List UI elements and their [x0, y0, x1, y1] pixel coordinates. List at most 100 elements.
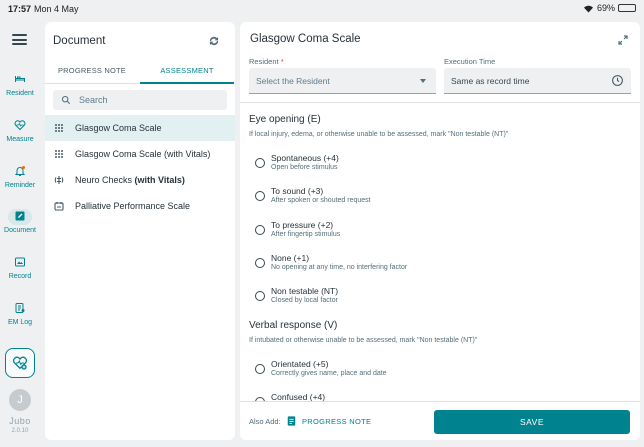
section-description: If local injury, edema, or otherwise una…	[249, 131, 509, 138]
radio-button[interactable]	[255, 225, 265, 235]
radio-option[interactable]: Spontaneous (+4) Open before stimulus	[249, 153, 609, 179]
scale-dots-icon	[55, 124, 63, 132]
form-footer: Also Add: PROGRESS NOTE SAVE	[240, 401, 640, 440]
section-heading: Verbal response (V)	[249, 320, 338, 331]
battery-percent: 69%	[596, 3, 615, 13]
heart-pulse-icon	[8, 118, 32, 134]
save-button[interactable]: SAVE	[434, 410, 630, 434]
radio-option[interactable]: None (+1) No opening at any time, no int…	[249, 253, 609, 279]
execution-time-field[interactable]: Same as record time	[444, 68, 631, 94]
rail-item-label: Record	[8, 273, 32, 280]
radio-option[interactable]: Confused (+4)	[249, 392, 609, 401]
resident-select-placeholder: Select the Resident	[256, 76, 330, 86]
search-box[interactable]	[53, 90, 227, 110]
bell-icon	[8, 164, 32, 180]
menu-icon[interactable]	[12, 34, 27, 45]
option-label: Spontaneous (+4)	[271, 153, 339, 163]
section-eye-opening: Eye opening (E) If local injury, edema, …	[249, 114, 629, 138]
status-right: 69%	[583, 3, 636, 13]
radio-option[interactable]: Orientated (+5) Correctly gives name, pl…	[249, 359, 609, 385]
assessment-form-panel: Glasgow Coma Scale Resident * Select the…	[240, 22, 640, 440]
tab-progress-note[interactable]: PROGRESS NOTE	[45, 62, 139, 84]
execution-time-value: Same as record time	[451, 76, 530, 86]
radio-option[interactable]: To sound (+3) After spoken or shouted re…	[249, 186, 609, 212]
rail-item-label: Resident	[6, 90, 34, 97]
rail-item-label: Reminder	[4, 182, 36, 189]
option-label: To pressure (+2)	[271, 220, 334, 230]
add-favorite-button[interactable]	[5, 348, 35, 378]
list-item-neuro-checks[interactable]: Neuro Checks (with Vitals)	[45, 167, 235, 193]
option-description: Open before stimulus	[271, 164, 338, 171]
status-bar: 17:57 Mon 4 May 69%	[0, 0, 644, 18]
avatar[interactable]: J	[9, 389, 31, 411]
list-item-glasgow-coma-scale-vitals[interactable]: Glasgow Coma Scale (with Vitals)	[45, 141, 235, 167]
nav-rail: Resident Measure Reminder Document Recor…	[0, 18, 40, 447]
required-mark: *	[280, 57, 284, 66]
rail-item-resident[interactable]: Resident	[0, 72, 40, 97]
option-description: Correctly gives name, place and date	[271, 370, 387, 377]
heart-plus-icon	[12, 356, 28, 370]
option-description: After fingertip stimulus	[271, 231, 341, 238]
expand-icon[interactable]	[618, 35, 628, 45]
status-time: 17:57	[8, 4, 32, 14]
document-tabs: PROGRESS NOTE ASSESSMENT	[45, 62, 235, 84]
section-description: If intubated or otherwise unable to be a…	[249, 337, 478, 344]
search-icon	[61, 95, 71, 105]
refresh-icon[interactable]	[207, 34, 221, 48]
battery-icon	[618, 4, 636, 12]
app-version: 2.0.10	[11, 428, 29, 434]
chevron-down-icon	[420, 79, 426, 83]
radio-button[interactable]	[255, 364, 265, 374]
option-description: After spoken or shouted request	[271, 197, 371, 204]
rail-item-record[interactable]: Record	[0, 255, 40, 280]
rail-item-measure[interactable]: Measure	[0, 118, 40, 143]
clock-icon[interactable]	[611, 74, 624, 87]
resident-label: Resident *	[249, 57, 284, 66]
document-panel: Document PROGRESS NOTE ASSESSMENT Glasgo…	[45, 22, 235, 440]
rail-item-label: Document	[4, 227, 36, 234]
progress-note-label: PROGRESS NOTE	[302, 416, 372, 426]
radio-button[interactable]	[255, 258, 265, 268]
list-item-label: Glasgow Coma Scale (with Vitals)	[75, 149, 211, 159]
calendar-icon	[54, 202, 64, 211]
edit-document-icon	[8, 209, 32, 225]
option-label: None (+1)	[271, 253, 310, 263]
app-logo: Jubo	[9, 416, 31, 426]
resident-select[interactable]: Select the Resident	[249, 68, 436, 94]
radio-option[interactable]: Non testable (NT) Closed by local factor	[249, 286, 609, 312]
panel-title: Document	[53, 35, 106, 47]
wifi-icon	[583, 5, 593, 13]
list-item-label: Palliative Performance Scale	[75, 201, 191, 211]
option-description: Closed by local factor	[271, 297, 338, 304]
search-input[interactable]	[79, 93, 219, 107]
list-item-glasgow-coma-scale[interactable]: Glasgow Coma Scale	[45, 115, 235, 141]
form-scroll-area[interactable]: Eye opening (E) If local injury, edema, …	[240, 103, 640, 401]
status-date: Mon 4 May	[34, 4, 79, 14]
add-progress-note-button[interactable]: PROGRESS NOTE	[287, 413, 371, 429]
list-item-palliative-performance-scale[interactable]: Palliative Performance Scale	[45, 193, 235, 219]
form-title: Glasgow Coma Scale	[250, 33, 361, 45]
option-label: To sound (+3)	[271, 186, 324, 196]
option-description: No opening at any time, no interfering f…	[271, 264, 408, 271]
assessment-list: Glasgow Coma Scale Glasgow Coma Scale (w…	[45, 115, 235, 219]
rail-item-label: EM Log	[7, 319, 33, 326]
radio-option[interactable]: To pressure (+2) After fingertip stimulu…	[249, 220, 609, 246]
option-label: Non testable (NT)	[271, 286, 339, 296]
radio-button[interactable]	[255, 191, 265, 201]
scale-dots-icon	[55, 150, 63, 158]
rail-item-document[interactable]: Document	[0, 209, 40, 234]
rail-item-reminder[interactable]: Reminder	[0, 164, 40, 189]
list-item-label: Neuro Checks (with Vitals)	[75, 175, 185, 185]
radio-button[interactable]	[255, 291, 265, 301]
list-item-suffix: (with Vitals)	[134, 175, 185, 185]
radio-button[interactable]	[255, 158, 265, 168]
record-icon	[8, 255, 32, 271]
execution-time-label: Execution Time	[444, 57, 496, 66]
bed-icon	[8, 72, 32, 88]
option-label: Confused (+4)	[271, 392, 326, 401]
rail-item-label: Measure	[6, 136, 34, 143]
rail-item-em-log[interactable]: EM Log	[0, 301, 40, 326]
tab-assessment[interactable]: ASSESSMENT	[140, 62, 234, 84]
section-verbal-response: Verbal response (V) If intubated or othe…	[249, 320, 629, 344]
brain-icon	[54, 176, 64, 184]
